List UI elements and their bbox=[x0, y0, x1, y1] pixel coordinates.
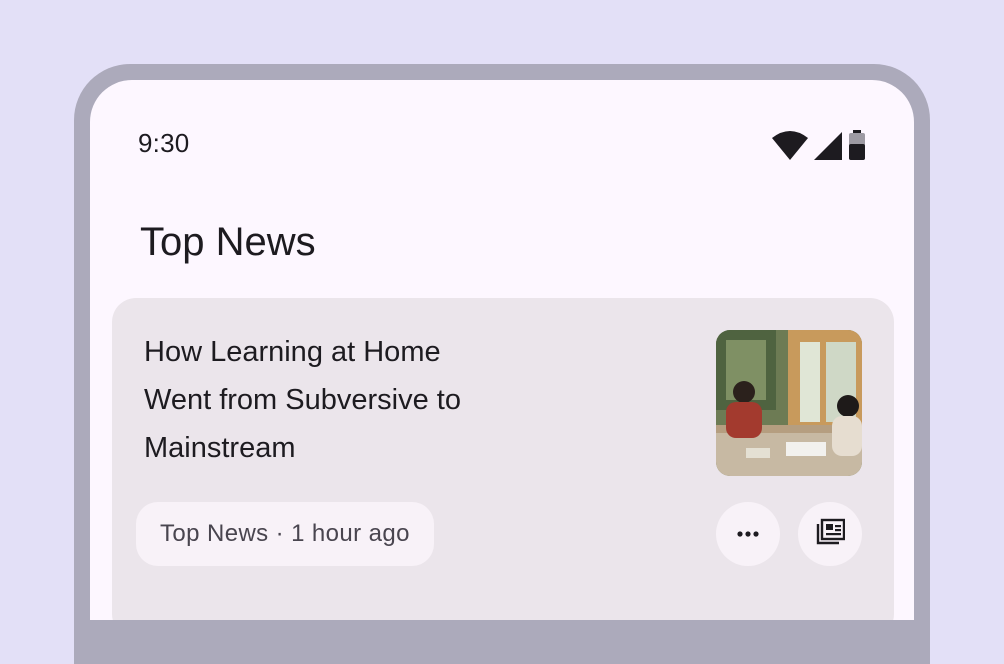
battery-icon bbox=[848, 130, 866, 160]
news-headline[interactable]: How Learning at Home Went from Subversiv… bbox=[144, 328, 504, 472]
more-options-button[interactable] bbox=[716, 502, 780, 566]
signal-icon bbox=[814, 132, 842, 160]
phone-screen: 9:30 Top News How Learning at Home Went … bbox=[90, 80, 914, 620]
news-meta-chip[interactable]: Top News · 1 hour ago bbox=[136, 502, 434, 566]
newspaper-icon bbox=[815, 518, 846, 551]
status-time: 9:30 bbox=[138, 128, 190, 158]
page-title: Top News bbox=[140, 220, 316, 264]
wifi-icon bbox=[772, 130, 808, 160]
news-card[interactable]: How Learning at Home Went from Subversiv… bbox=[112, 298, 894, 620]
news-thumbnail[interactable] bbox=[716, 330, 862, 476]
status-icons bbox=[772, 130, 866, 160]
more-horiz-icon bbox=[736, 525, 760, 543]
open-news-button[interactable] bbox=[798, 502, 862, 566]
